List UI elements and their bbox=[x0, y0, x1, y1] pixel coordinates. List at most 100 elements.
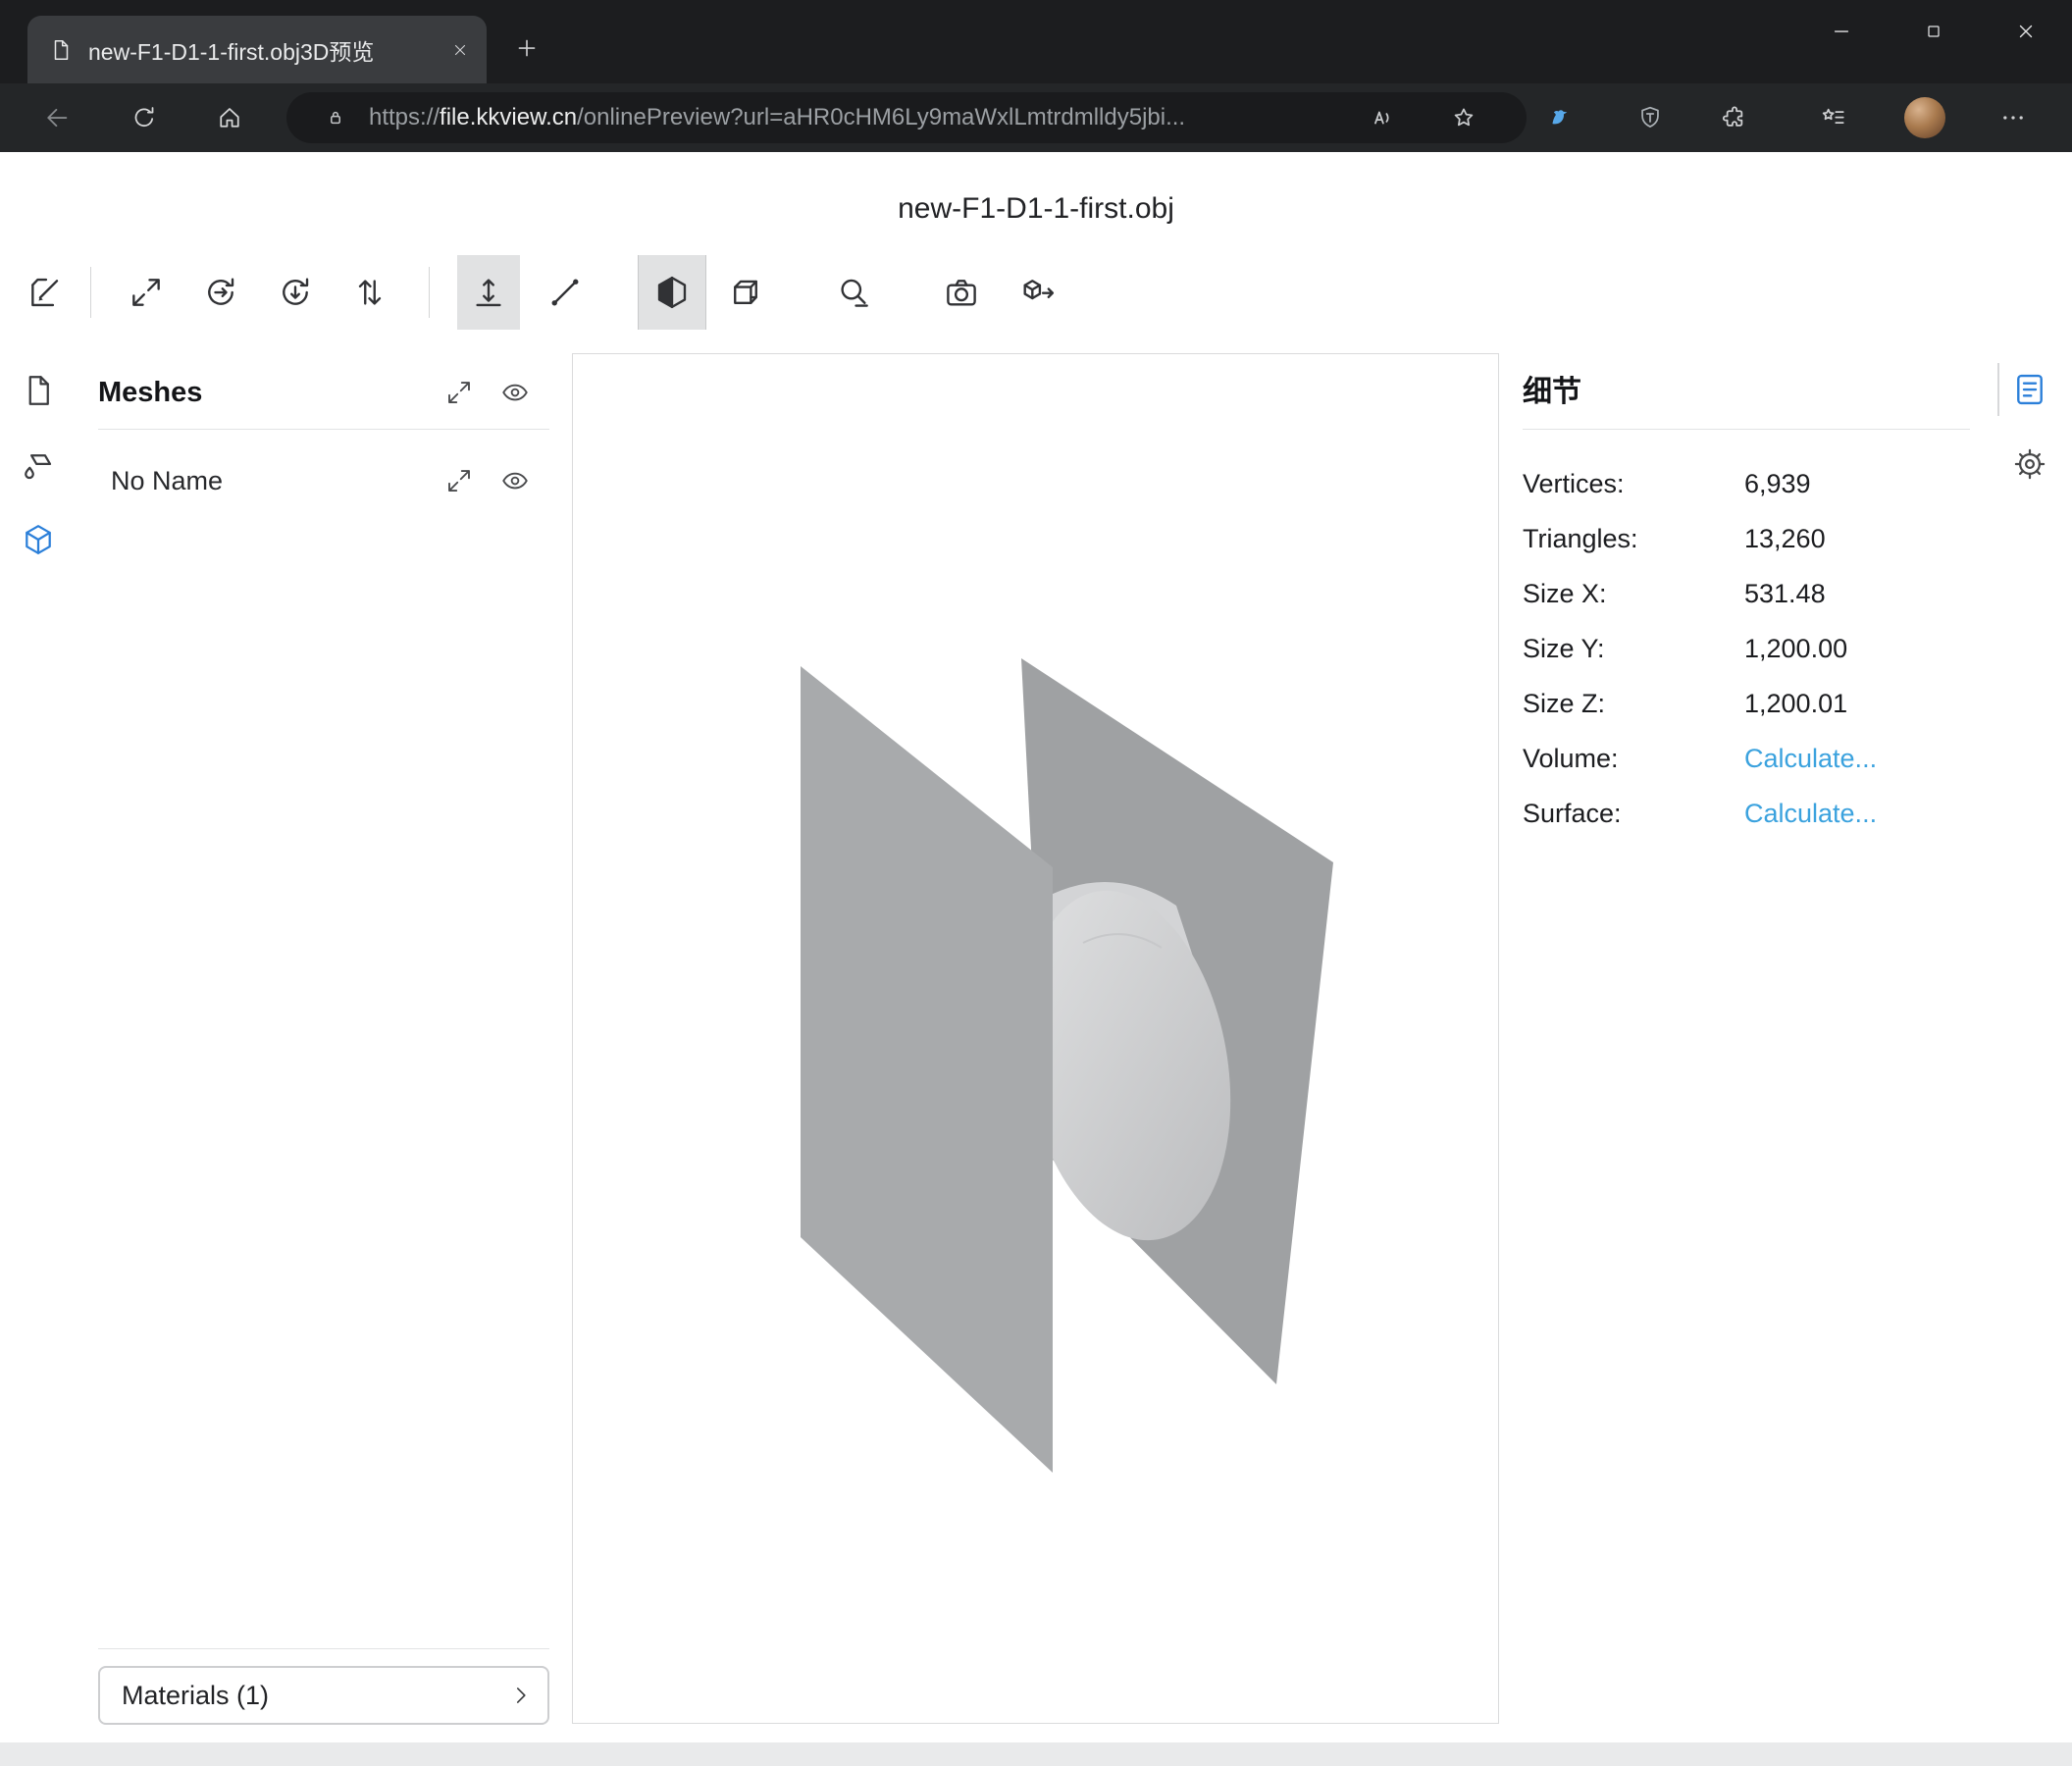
shaded-view-button[interactable] bbox=[638, 255, 706, 330]
address-bar[interactable]: https://file.kkview.cn/onlinePreview?url… bbox=[286, 92, 1527, 143]
detail-row: Vertices: 6,939 bbox=[1523, 456, 1972, 511]
back-button[interactable] bbox=[33, 94, 80, 141]
export-model-icon bbox=[1019, 274, 1057, 311]
read-aloud-button[interactable] bbox=[1358, 94, 1405, 141]
refresh-icon bbox=[130, 104, 158, 131]
materials-button-label: Materials (1) bbox=[122, 1681, 269, 1711]
favorites-hub-button[interactable] bbox=[1809, 94, 1856, 141]
preview-page: new-F1-D1-1-first.obj Meshes No Name bbox=[0, 152, 2072, 1766]
calculate-volume-link[interactable]: Calculate... bbox=[1744, 731, 1877, 786]
settings-gear-icon bbox=[2012, 446, 2047, 482]
detail-label: Vertices: bbox=[1523, 456, 1625, 511]
detail-row: Surface: Calculate... bbox=[1523, 786, 1972, 841]
panel-divider bbox=[98, 1648, 549, 1649]
expand-all-icon bbox=[444, 466, 474, 495]
flip-vertical-button[interactable] bbox=[338, 255, 401, 330]
page-title: new-F1-D1-1-first.obj bbox=[0, 189, 2072, 229]
detail-value: 531.48 bbox=[1744, 566, 1826, 621]
detail-label: Size Z: bbox=[1523, 676, 1605, 731]
materials-panel-button[interactable] bbox=[20, 447, 57, 485]
detail-value: 1,200.00 bbox=[1744, 621, 1847, 676]
mesh-item-label[interactable]: No Name bbox=[111, 461, 223, 500]
rotate-vertical-button[interactable] bbox=[264, 255, 327, 330]
details-rows: Vertices:6,939 Triangles:13,260 Size X:5… bbox=[1523, 456, 1972, 841]
mesh-visibility-button[interactable] bbox=[498, 464, 532, 497]
materials-button[interactable]: Materials (1) bbox=[98, 1666, 549, 1725]
file-info-button[interactable] bbox=[20, 372, 57, 409]
tab-close-icon[interactable] bbox=[451, 41, 469, 59]
tab-title: new-F1-D1-1-first.obj3D预览 bbox=[88, 33, 436, 67]
mesh-zoom-button[interactable] bbox=[442, 464, 476, 497]
back-icon bbox=[42, 103, 72, 132]
screenshot-icon bbox=[943, 274, 980, 311]
extensions-button[interactable] bbox=[1711, 94, 1758, 141]
detail-label: Size Y: bbox=[1523, 621, 1605, 676]
url-text: https://file.kkview.cn/onlinePreview?url… bbox=[369, 92, 1185, 143]
move-tool-icon bbox=[470, 274, 507, 311]
screenshot-button[interactable] bbox=[930, 255, 993, 330]
settings-button[interactable] bbox=[2010, 444, 2049, 484]
meshes-panel-header: Meshes bbox=[98, 373, 202, 412]
move-tool-button[interactable] bbox=[457, 255, 520, 330]
new-tab-icon bbox=[514, 35, 540, 61]
fit-view-button[interactable] bbox=[115, 255, 178, 330]
details-list-icon bbox=[2011, 371, 2048, 408]
open-model-button[interactable] bbox=[14, 255, 77, 330]
detail-label: Triangles: bbox=[1523, 511, 1638, 566]
toolbar bbox=[0, 255, 2072, 330]
detail-value: 6,939 bbox=[1744, 456, 1811, 511]
visibility-eye-icon bbox=[500, 466, 530, 495]
refresh-button[interactable] bbox=[121, 94, 168, 141]
extension-bird-button[interactable] bbox=[1538, 94, 1585, 141]
favorite-button[interactable] bbox=[1440, 94, 1487, 141]
box-view-button[interactable] bbox=[714, 255, 777, 330]
toolbar-separator bbox=[90, 267, 91, 318]
flip-vertical-icon bbox=[351, 274, 388, 311]
favorite-star-icon bbox=[1450, 104, 1477, 131]
panel-indicator bbox=[1997, 363, 1999, 416]
viewport-3d[interactable] bbox=[572, 353, 1499, 1724]
detail-row: Size Y: 1,200.00 bbox=[1523, 621, 1972, 676]
read-aloud-icon bbox=[1368, 104, 1395, 131]
panel-divider bbox=[1523, 429, 1970, 430]
maximize-icon bbox=[1924, 22, 1943, 41]
detail-value: 1,200.01 bbox=[1744, 676, 1847, 731]
bottom-strip bbox=[0, 1742, 2072, 1766]
home-button[interactable] bbox=[206, 94, 253, 141]
model-tree-button[interactable] bbox=[20, 521, 57, 558]
profile-avatar[interactable] bbox=[1904, 97, 1945, 138]
new-tab-button[interactable] bbox=[504, 26, 549, 71]
visibility-all-button[interactable] bbox=[498, 376, 532, 409]
measure-icon bbox=[835, 274, 872, 311]
details-panel-header: 细节 bbox=[1523, 373, 1581, 412]
maximize-button[interactable] bbox=[1888, 0, 1980, 63]
model-tree-icon bbox=[21, 522, 56, 557]
more-menu-button[interactable] bbox=[1990, 94, 2037, 141]
lock-icon bbox=[324, 106, 347, 130]
box-view-icon bbox=[727, 274, 764, 311]
minimize-button[interactable] bbox=[1795, 0, 1888, 63]
expand-all-button[interactable] bbox=[442, 376, 476, 409]
calculate-surface-link[interactable]: Calculate... bbox=[1744, 786, 1877, 841]
model-plane-left bbox=[801, 666, 1053, 1473]
extension-bird-icon bbox=[1548, 104, 1576, 131]
file-info-icon bbox=[21, 373, 56, 408]
rotate-vertical-icon bbox=[277, 274, 314, 311]
measure-button[interactable] bbox=[822, 255, 885, 330]
extensions-puzzle-icon bbox=[1721, 104, 1748, 131]
tab-document-icon bbox=[49, 38, 73, 62]
line-tool-button[interactable] bbox=[534, 255, 596, 330]
line-tool-icon bbox=[546, 274, 584, 311]
window-controls bbox=[1795, 0, 2072, 63]
details-list-button[interactable] bbox=[2010, 370, 2049, 409]
export-model-button[interactable] bbox=[1007, 255, 1069, 330]
detail-row: Volume:Calculate... bbox=[1523, 731, 1972, 786]
navigation-bar: https://file.kkview.cn/onlinePreview?url… bbox=[0, 83, 2072, 152]
close-button[interactable] bbox=[1980, 0, 2072, 63]
browser-tab[interactable]: new-F1-D1-1-first.obj3D预览 bbox=[27, 16, 487, 83]
rotate-horizontal-button[interactable] bbox=[189, 255, 252, 330]
detail-label: Surface: bbox=[1523, 786, 1622, 841]
chevron-right-icon bbox=[508, 1683, 534, 1708]
extension-shield-button[interactable] bbox=[1627, 94, 1674, 141]
detail-label: Size X: bbox=[1523, 566, 1607, 621]
